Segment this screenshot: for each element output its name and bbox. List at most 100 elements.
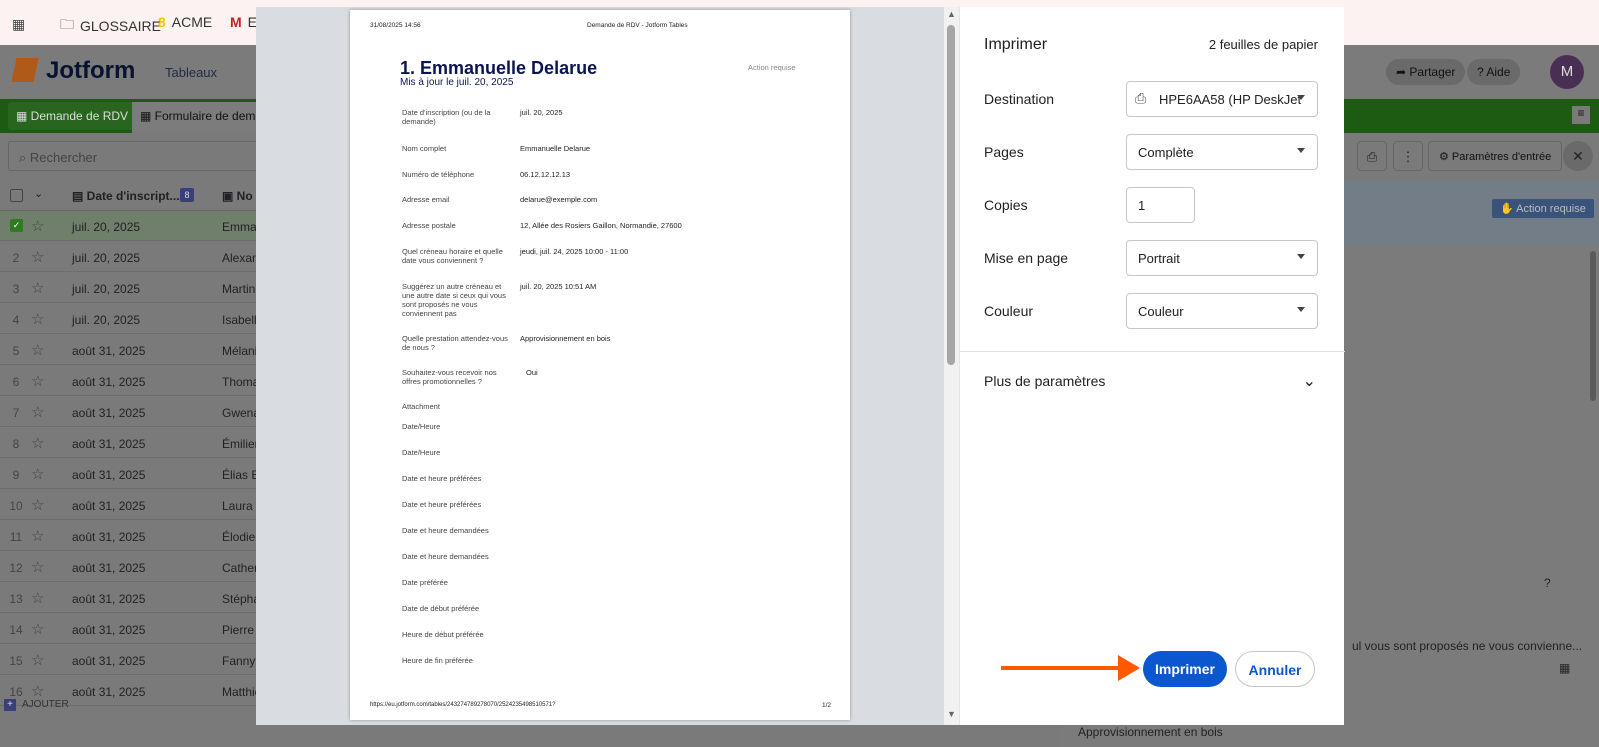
select-all-checkbox[interactable] (10, 189, 23, 202)
menu-icon[interactable]: ≡ (1572, 106, 1590, 124)
row-number: 3 (12, 282, 20, 296)
jotform-logo-icon (11, 58, 39, 82)
field-value: Approvisionnement en bois (520, 334, 611, 343)
star-icon[interactable]: ☆ (31, 310, 44, 328)
field-value: Emmanuelle Delarue (520, 144, 591, 153)
row-number: 9 (12, 468, 20, 482)
tableaux-dropdown[interactable]: Tableaux (165, 65, 217, 80)
entry-title: 1. Emmanuelle Delarue (400, 58, 598, 78)
star-icon[interactable]: ☆ (31, 651, 44, 669)
star-icon[interactable]: ☆ (31, 279, 44, 297)
cell-date: août 31, 2025 (72, 592, 146, 606)
field-label: Heure de début préférée (402, 630, 484, 639)
cell-date: août 31, 2025 (72, 344, 146, 358)
column-header-name[interactable]: ▣ No (222, 189, 253, 203)
cell-date: août 31, 2025 (72, 499, 146, 513)
row-number: 7 (12, 406, 20, 420)
field-label: Date et heure demandées (402, 526, 489, 535)
more-settings-toggle[interactable]: Plus de paramètres ⌄ (984, 373, 1318, 395)
field-value: Oui (526, 368, 538, 377)
row-checkbox-checked[interactable]: ✓ (10, 219, 23, 232)
field-label: Suggérez un autre créneau et une autre d… (402, 282, 506, 318)
column-header-date[interactable]: ▤ Date d'inscript... (72, 189, 180, 203)
field-label: Date préférée (402, 578, 448, 587)
sheet-count: 2 feuilles de papier (1208, 37, 1318, 52)
bookmark-glossaire[interactable]: 🗀 GLOSSAIRE (60, 14, 161, 38)
print-dialog-title: Imprimer (984, 36, 1048, 53)
entry-updated: Mis à jour le juil. 20, 2025 (400, 77, 514, 88)
close-icon[interactable]: ✕ (1563, 141, 1593, 171)
row-number: 8 (12, 437, 20, 451)
entry-settings-button[interactable]: ⚙ Paramètres d'entrée (1428, 141, 1563, 171)
field-label: Attachment (402, 402, 440, 411)
pages-select[interactable]: Complète (1126, 134, 1318, 170)
star-icon[interactable]: ☆ (31, 434, 44, 452)
row-number: 5 (12, 344, 20, 358)
star-icon[interactable]: ☆ (31, 248, 44, 266)
scroll-thumb[interactable] (947, 25, 955, 365)
apps-grid-icon[interactable]: ▦ (12, 16, 25, 33)
field-value: juil. 20, 2025 10:51 AM (520, 282, 597, 291)
cell-date: août 31, 2025 (72, 561, 146, 575)
panel-scrollbar[interactable] (1590, 251, 1596, 401)
field-label: Date de début préférée (402, 604, 480, 613)
destination-select[interactable]: ⎙ HPE6AA58 (HP DeskJet (1126, 81, 1318, 117)
star-icon[interactable]: ☆ (31, 620, 44, 638)
cell-date: août 31, 2025 (72, 530, 146, 544)
star-icon[interactable]: ☆ (31, 403, 44, 421)
star-icon[interactable]: ☆ (31, 372, 44, 390)
star-icon[interactable]: ☆ (31, 527, 44, 545)
folder-icon: 🗀 (60, 16, 74, 32)
star-icon[interactable]: ☆ (31, 589, 44, 607)
chevron-down-icon (1297, 148, 1305, 153)
avatar[interactable]: M (1550, 55, 1584, 89)
help-button[interactable]: ? Aide (1467, 59, 1521, 85)
bookmark-gmail[interactable]: M E (230, 14, 257, 30)
cell-name: Martin (222, 282, 256, 296)
bookmark-acme[interactable]: 8 ACME (158, 14, 212, 30)
row-number: 2 (12, 251, 20, 265)
row-number: 4 (12, 313, 20, 327)
search-input[interactable]: ⌕ Rechercher (8, 141, 258, 171)
print-settings-panel: Imprimer 2 feuilles de papier Destinatio… (959, 7, 1345, 725)
cell-date: août 31, 2025 (72, 375, 146, 389)
panel-snippet-2: ul vous sont proposés ne vous convienne.… (1352, 639, 1583, 653)
annotation-arrow-head (1118, 655, 1140, 681)
gmail-icon: M (230, 14, 242, 30)
star-icon[interactable]: ☆ (31, 341, 44, 359)
copies-input[interactable]: 1 (1126, 187, 1195, 223)
scroll-up-icon[interactable]: ▲ (947, 9, 956, 19)
entry-status: Action requise (748, 63, 796, 72)
cell-date: août 31, 2025 (72, 654, 146, 668)
star-icon[interactable]: ☆ (31, 682, 44, 700)
add-row-button[interactable]: + AJOUTER (4, 699, 69, 711)
more-options-icon[interactable]: ⋮ (1393, 141, 1423, 171)
tab-demande-rdv[interactable]: ▦ Demande de RDV (8, 102, 137, 130)
star-icon[interactable]: ☆ (31, 558, 44, 576)
color-select[interactable]: Couleur (1126, 293, 1318, 329)
field-label: Quelle prestation attendez-vous de nous … (402, 334, 508, 352)
print-icon[interactable]: ⎙ (1357, 141, 1387, 171)
field-label: Date d'inscription (ou de la demande) (402, 108, 491, 126)
scroll-down-icon[interactable]: ▼ (947, 709, 956, 719)
cell-date: juil. 20, 2025 (72, 313, 141, 327)
layout-select[interactable]: Portrait (1126, 240, 1318, 276)
page-footer-url: https://eu.jotform.com/tables/2432747892… (370, 702, 556, 708)
row-number: 11 (9, 530, 23, 544)
row-number: 13 (9, 592, 23, 606)
cell-date: août 31, 2025 (72, 623, 146, 637)
color-label: Couleur (984, 303, 1034, 319)
annotation-arrow (1001, 666, 1119, 670)
row-number: 14 (9, 623, 23, 637)
plus-icon: + (4, 699, 16, 711)
tab-formulaire[interactable]: ▦ Formulaire de demar (132, 102, 262, 133)
star-icon[interactable]: ☆ (31, 465, 44, 483)
chevron-down-icon[interactable]: ⌄ (34, 187, 43, 200)
chevron-down-icon (1297, 307, 1305, 312)
star-icon[interactable]: ☆ (31, 496, 44, 514)
calendar-icon[interactable]: ▦ (1559, 661, 1570, 675)
print-button[interactable]: Imprimer (1143, 651, 1227, 687)
cancel-button[interactable]: Annuler (1235, 651, 1315, 687)
star-icon[interactable]: ☆ (31, 217, 44, 235)
share-button[interactable]: ➦ Partager (1386, 59, 1466, 85)
